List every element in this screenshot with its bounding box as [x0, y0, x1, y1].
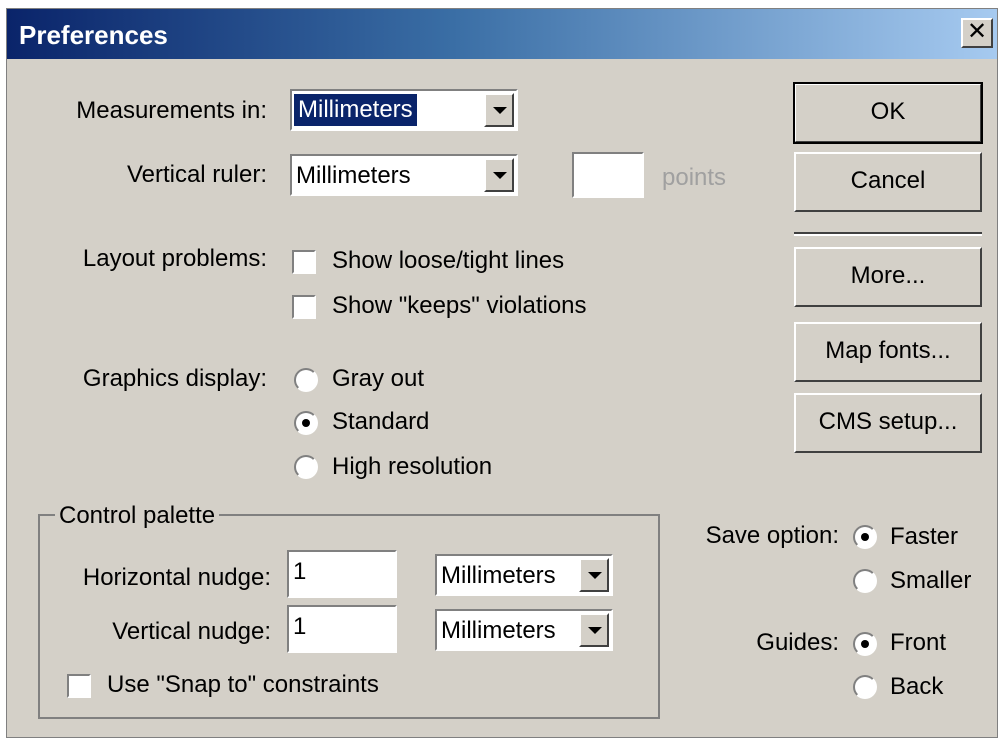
horizontal-nudge-label: Horizontal nudge:	[82, 564, 271, 591]
cancel-button[interactable]: Cancel	[794, 152, 982, 212]
standard-radio[interactable]	[294, 411, 318, 435]
ok-button[interactable]: OK	[793, 82, 983, 144]
high-resolution-radio[interactable]	[294, 455, 318, 479]
title-bar[interactable]: Preferences ✕	[7, 9, 997, 59]
button-separator	[794, 232, 982, 236]
high-resolution-label: High resolution	[332, 453, 493, 480]
measurements-value: Millimeters	[294, 94, 417, 126]
vertical-nudge-input[interactable]: 1	[287, 605, 397, 653]
front-radio[interactable]	[853, 632, 877, 656]
measurements-select[interactable]: Millimeters	[290, 89, 518, 131]
snap-to-checkbox[interactable]	[67, 674, 91, 698]
chevron-down-icon[interactable]	[579, 613, 609, 647]
chevron-down-icon[interactable]	[484, 93, 514, 127]
close-button[interactable]: ✕	[961, 18, 993, 48]
back-label: Back	[890, 673, 944, 700]
map-fonts-button[interactable]: Map fonts...	[794, 322, 982, 382]
back-radio[interactable]	[853, 675, 877, 699]
preferences-dialog: Preferences ✕ Measurements in: Millimete…	[6, 8, 998, 738]
snap-to-label: Use "Snap to" constraints	[107, 671, 379, 698]
dialog-title: Preferences	[19, 20, 168, 50]
vertical-ruler-value: Millimeters	[296, 162, 411, 189]
vertical-nudge-label: Vertical nudge:	[112, 618, 271, 645]
guides-label: Guides:	[756, 629, 839, 656]
points-label: points	[662, 164, 727, 191]
chevron-down-icon[interactable]	[484, 158, 514, 192]
vertical-ruler-points-input[interactable]	[572, 152, 644, 198]
vertical-ruler-label: Vertical ruler:	[126, 161, 267, 188]
save-option-label: Save option:	[705, 522, 839, 549]
vertical-nudge-unit-select[interactable]: Millimeters	[435, 609, 613, 651]
gray-out-label: Gray out	[332, 365, 425, 392]
cms-setup-button[interactable]: CMS setup...	[794, 393, 982, 453]
standard-label: Standard	[332, 408, 430, 435]
show-keeps-label: Show "keeps" violations	[332, 292, 587, 319]
close-icon: ✕	[966, 18, 988, 45]
smaller-label: Smaller	[890, 567, 972, 594]
vertical-nudge-unit-value: Millimeters	[441, 617, 556, 644]
show-loose-tight-label: Show loose/tight lines	[332, 247, 565, 274]
horizontal-nudge-unit-select[interactable]: Millimeters	[435, 554, 613, 596]
horizontal-nudge-unit-value: Millimeters	[441, 562, 556, 589]
gray-out-radio[interactable]	[294, 368, 318, 392]
horizontal-nudge-input[interactable]: 1	[287, 550, 397, 598]
faster-radio[interactable]	[853, 525, 877, 549]
show-loose-tight-checkbox[interactable]	[292, 250, 316, 274]
more-button[interactable]: More...	[794, 247, 982, 307]
smaller-radio[interactable]	[853, 569, 877, 593]
vertical-ruler-select[interactable]: Millimeters	[290, 154, 518, 196]
chevron-down-icon[interactable]	[579, 558, 609, 592]
show-keeps-checkbox[interactable]	[292, 295, 316, 319]
graphics-display-label: Graphics display:	[82, 365, 267, 392]
layout-problems-label: Layout problems:	[82, 245, 267, 272]
front-label: Front	[890, 629, 947, 656]
faster-label: Faster	[890, 523, 959, 550]
measurements-label: Measurements in:	[76, 97, 267, 124]
control-palette-title: Control palette	[55, 502, 220, 530]
